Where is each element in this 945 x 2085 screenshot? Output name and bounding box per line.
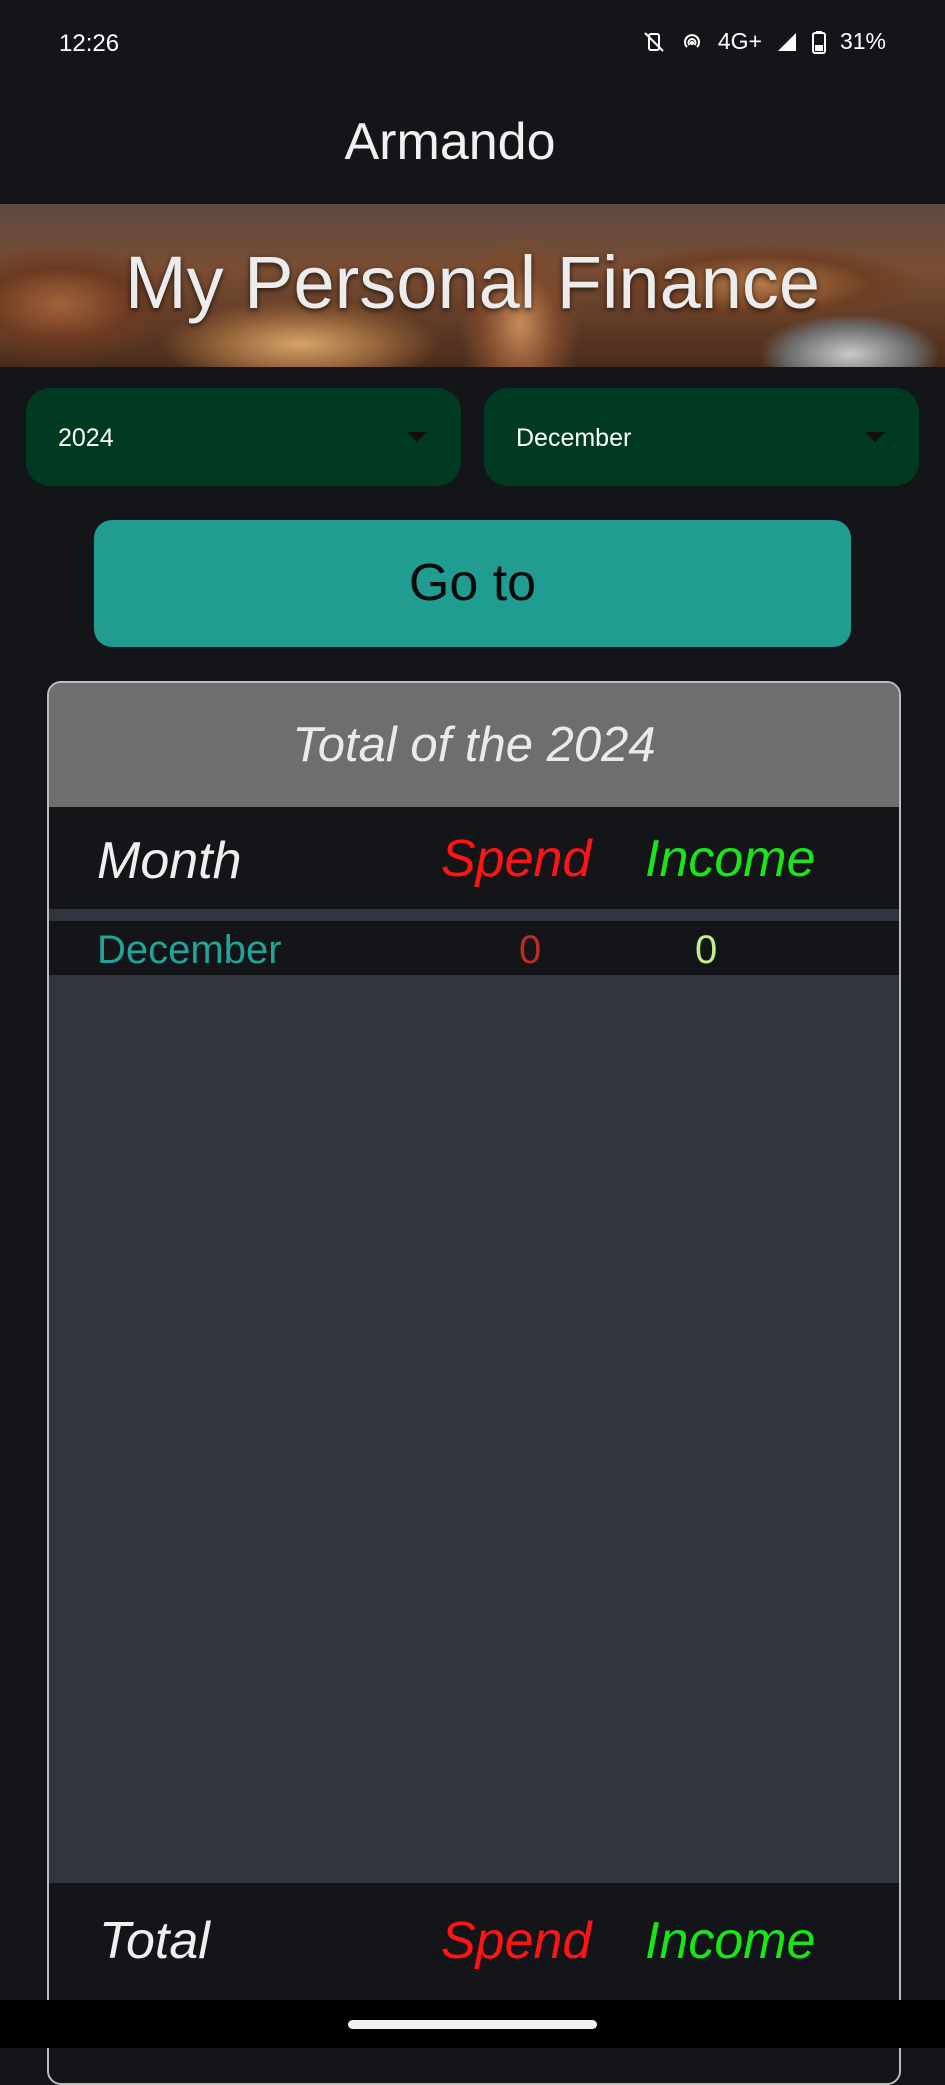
totals-card-title: Total of the 2024 (49, 683, 899, 807)
total-spend-label: Spend (441, 1912, 592, 1970)
hotspot-icon (680, 30, 704, 54)
column-spend: Spend (441, 830, 592, 888)
table-header-row: Month Spend Income (49, 807, 899, 909)
status-bar: 12:26 4G+ 31% (0, 0, 945, 95)
month-dropdown-value: December (516, 424, 632, 452)
total-label: Total (99, 1912, 210, 1970)
dropdown-arrow-icon (865, 432, 885, 442)
battery-icon (811, 30, 826, 54)
table-row[interactable]: December 0 0 (49, 921, 899, 975)
year-dropdown-value: 2024 (58, 424, 114, 452)
app-title: Armando (344, 113, 556, 171)
signal-icon (776, 31, 798, 53)
totals-card: Total of the 2024 Month Spend Income Dec… (47, 681, 901, 2085)
year-dropdown[interactable]: 2024 (26, 388, 461, 486)
banner-title: My Personal Finance (124, 241, 821, 324)
mute-vibrate-icon (642, 30, 666, 54)
status-time: 12:26 (59, 30, 120, 57)
month-dropdown[interactable]: December (484, 388, 919, 486)
row-spend: 0 (519, 928, 542, 972)
table-total-row: Total Spend Income (49, 1883, 899, 2083)
row-month: December (97, 928, 282, 972)
navigation-bar (0, 2000, 945, 2048)
banner-image: My Personal Finance (0, 204, 945, 367)
total-income-label: Income (645, 1912, 816, 1970)
column-income: Income (645, 830, 816, 888)
network-type: 4G+ (717, 28, 762, 54)
dropdown-arrow-icon (407, 432, 427, 442)
battery-percent: 31% (839, 28, 886, 54)
home-indicator[interactable] (348, 2020, 597, 2029)
row-income: 0 (695, 928, 718, 972)
status-icons: 4G+ 31% (642, 28, 886, 55)
column-month: Month (97, 832, 242, 890)
goto-button[interactable]: Go to (94, 520, 851, 647)
